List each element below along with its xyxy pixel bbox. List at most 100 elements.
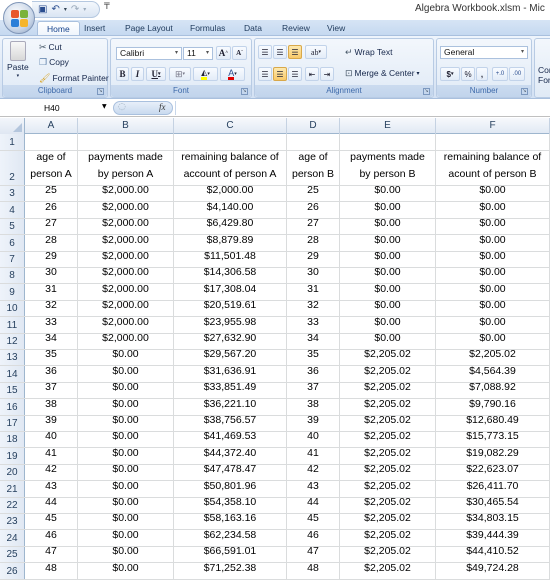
cell-b24[interactable]: $0.00 xyxy=(78,530,174,546)
cell-b6[interactable]: $2,000.00 xyxy=(78,235,174,251)
cell-f2[interactable]: remaining balance of acount of person B xyxy=(436,151,550,185)
cell-b5[interactable]: $2,000.00 xyxy=(78,218,174,235)
customize-qat-icon[interactable]: ₸ xyxy=(104,2,110,12)
cell-d5[interactable]: 27 xyxy=(287,218,340,235)
cell-a16[interactable]: 38 xyxy=(25,399,78,415)
cell-c14[interactable]: $31,636.91 xyxy=(174,366,287,382)
cell-c16[interactable]: $36,221.10 xyxy=(174,399,287,415)
cell-d4[interactable]: 26 xyxy=(287,202,340,218)
column-header-f[interactable]: F xyxy=(436,118,550,134)
cell-d13[interactable]: 35 xyxy=(287,350,340,366)
cell-e8[interactable]: $0.00 xyxy=(340,268,436,284)
cell-d26[interactable]: 48 xyxy=(287,563,340,579)
wrap-text-button[interactable]: ↵ Wrap Text xyxy=(345,47,393,57)
cell-a11[interactable]: 33 xyxy=(25,317,78,333)
cell-c19[interactable]: $44,372.40 xyxy=(174,448,287,464)
cell-f17[interactable]: $12,680.49 xyxy=(436,415,550,431)
cell-e22[interactable]: $2,205.02 xyxy=(340,497,436,513)
cell-b21[interactable]: $0.00 xyxy=(78,481,174,497)
cell-e18[interactable]: $2,205.02 xyxy=(340,432,436,448)
cell-f8[interactable]: $0.00 xyxy=(436,268,550,284)
row-header[interactable]: 9 xyxy=(0,284,25,300)
row-header[interactable]: 7 xyxy=(0,251,25,267)
cell-b26[interactable]: $0.00 xyxy=(78,563,174,579)
cell-a6[interactable]: 28 xyxy=(25,235,78,251)
cell-b16[interactable]: $0.00 xyxy=(78,399,174,415)
column-header-d[interactable]: D xyxy=(287,118,340,134)
column-header-c[interactable]: C xyxy=(174,118,287,134)
cell-d14[interactable]: 36 xyxy=(287,366,340,382)
paste-button[interactable]: Paste ▾ xyxy=(7,41,29,79)
cell-f21[interactable]: $26,411.70 xyxy=(436,481,550,497)
cell-d23[interactable]: 45 xyxy=(287,514,340,530)
row-header[interactable]: 20 xyxy=(0,464,25,481)
number-format-select[interactable]: General ▾ xyxy=(440,46,528,59)
cell-b8[interactable]: $2,000.00 xyxy=(78,268,174,284)
row-header[interactable]: 18 xyxy=(0,432,25,448)
cell-a12[interactable]: 34 xyxy=(25,333,78,349)
cell-a8[interactable]: 30 xyxy=(25,268,78,284)
cell-d10[interactable]: 32 xyxy=(287,300,340,317)
font-dialog-launcher-icon[interactable]: ↘ xyxy=(241,88,248,95)
cell-e17[interactable]: $2,205.02 xyxy=(340,415,436,431)
tab-review[interactable]: Review xyxy=(282,21,310,36)
align-center-button[interactable]: ☰ xyxy=(273,67,287,81)
cell-e2[interactable]: payments made by person B xyxy=(340,151,436,185)
cell-a10[interactable]: 32 xyxy=(25,300,78,317)
row-header[interactable]: 26 xyxy=(0,563,25,579)
cell-f1[interactable] xyxy=(436,134,550,150)
align-top-button[interactable]: ☰ xyxy=(258,45,272,59)
align-right-button[interactable]: ☰ xyxy=(288,67,302,81)
cell-d3[interactable]: 25 xyxy=(287,186,340,202)
cell-c15[interactable]: $33,851.49 xyxy=(174,382,287,399)
cell-d22[interactable]: 44 xyxy=(287,497,340,513)
cell-f15[interactable]: $7,088.92 xyxy=(436,382,550,399)
cell-b11[interactable]: $2,000.00 xyxy=(78,317,174,333)
cell-e24[interactable]: $2,205.02 xyxy=(340,530,436,546)
cell-e9[interactable]: $0.00 xyxy=(340,284,436,300)
name-box[interactable]: H40 xyxy=(2,101,112,115)
cell-c13[interactable]: $29,567.20 xyxy=(174,350,287,366)
shrink-font-button[interactable]: Aˇ xyxy=(232,46,247,60)
cell-c8[interactable]: $14,306.58 xyxy=(174,268,287,284)
comma-style-button[interactable]: , xyxy=(476,67,488,81)
cell-e11[interactable]: $0.00 xyxy=(340,317,436,333)
cell-d2[interactable]: age of person B xyxy=(287,151,340,185)
row-header[interactable]: 12 xyxy=(0,333,25,349)
decrease-indent-button[interactable]: ⇤ xyxy=(305,67,319,81)
align-left-button[interactable]: ☰ xyxy=(258,67,272,81)
office-button[interactable] xyxy=(3,2,35,34)
cell-f10[interactable]: $0.00 xyxy=(436,300,550,317)
cell-b2[interactable]: payments made by person A xyxy=(78,151,174,185)
cell-c7[interactable]: $11,501.48 xyxy=(174,251,287,267)
tab-home[interactable]: Home xyxy=(37,21,80,36)
cell-b1[interactable] xyxy=(78,134,174,150)
cell-d6[interactable]: 28 xyxy=(287,235,340,251)
row-header[interactable]: 4 xyxy=(0,202,25,218)
cell-b10[interactable]: $2,000.00 xyxy=(78,300,174,317)
cell-f6[interactable]: $0.00 xyxy=(436,235,550,251)
alignment-dialog-launcher-icon[interactable]: ↘ xyxy=(423,88,430,95)
cell-f9[interactable]: $0.00 xyxy=(436,284,550,300)
name-box-dropdown-icon[interactable]: ▼ xyxy=(102,103,107,110)
undo-icon[interactable]: ↶ xyxy=(51,4,59,15)
number-dialog-launcher-icon[interactable]: ↘ xyxy=(521,88,528,95)
row-header[interactable]: 16 xyxy=(0,399,25,415)
borders-button[interactable]: ⊞ ▾ xyxy=(169,67,191,81)
cell-b7[interactable]: $2,000.00 xyxy=(78,251,174,267)
row-header[interactable]: 11 xyxy=(0,317,25,333)
cell-e26[interactable]: $2,205.02 xyxy=(340,563,436,579)
cell-f14[interactable]: $4,564.39 xyxy=(436,366,550,382)
cell-b17[interactable]: $0.00 xyxy=(78,415,174,431)
cell-f26[interactable]: $49,724.28 xyxy=(436,563,550,579)
merge-center-button[interactable]: ⊡ Merge & Center ▾ xyxy=(345,68,420,78)
insert-function-icon[interactable]: fx xyxy=(159,102,166,112)
cell-a25[interactable]: 47 xyxy=(25,546,78,563)
cell-c4[interactable]: $4,140.00 xyxy=(174,202,287,218)
row-header[interactable]: 13 xyxy=(0,350,25,366)
cell-b22[interactable]: $0.00 xyxy=(78,497,174,513)
redo-icon[interactable]: ↷ xyxy=(71,4,79,15)
row-header[interactable]: 2 xyxy=(0,151,25,185)
row-header[interactable]: 1 xyxy=(0,134,25,150)
cell-c3[interactable]: $2,000.00 xyxy=(174,186,287,202)
